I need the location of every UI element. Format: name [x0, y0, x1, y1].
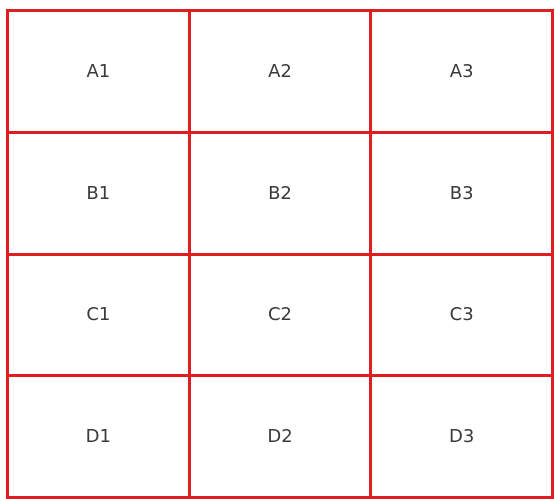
grid-cell: C1: [9, 255, 191, 378]
grid-cell: D1: [9, 377, 191, 499]
grid-cell: B3: [372, 133, 554, 256]
grid-cell: B2: [190, 133, 373, 256]
grid-cell: D2: [190, 377, 373, 499]
grid-diagram: A1 A2 A3 B1 B2 B3 C1 C2 C3 D1 D2 D3: [6, 9, 554, 499]
grid-cell: C3: [372, 255, 554, 378]
grid-cell: B1: [9, 133, 191, 256]
grid-cell: A3: [372, 12, 554, 134]
grid-cell: C2: [190, 255, 373, 378]
grid-cell: A2: [190, 12, 373, 134]
grid-cell: A1: [9, 12, 191, 134]
grid-cell: D3: [372, 377, 554, 499]
